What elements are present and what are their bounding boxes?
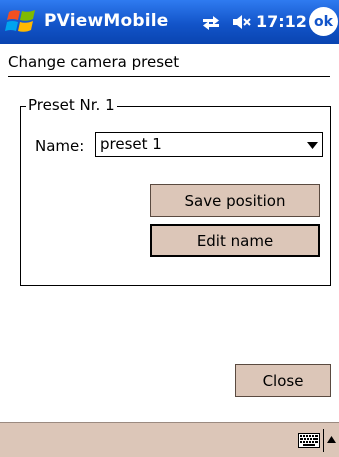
keyboard-icon[interactable] — [298, 433, 320, 448]
title-bar: PViewMobile 17:12 ok — [0, 0, 339, 44]
sip-divider — [323, 429, 324, 452]
sip-arrow-up-icon[interactable] — [327, 436, 336, 443]
windows-start-icon[interactable] — [5, 6, 39, 38]
volume-muted-icon[interactable] — [232, 13, 252, 31]
title-divider — [8, 76, 330, 77]
menu-bar — [0, 422, 339, 457]
close-button[interactable]: Close — [235, 364, 331, 397]
name-dropdown-value: preset 1 — [100, 135, 162, 153]
page-title: Change camera preset — [8, 53, 180, 71]
signal-icon[interactable] — [200, 12, 222, 32]
app-title: PViewMobile — [44, 11, 169, 31]
name-label: Name: — [35, 137, 85, 155]
chevron-down-icon[interactable] — [307, 142, 318, 149]
ok-button[interactable]: ok — [309, 7, 338, 36]
name-dropdown[interactable]: preset 1 — [95, 132, 323, 157]
save-position-button[interactable]: Save position — [150, 184, 320, 217]
groupbox-label: Preset Nr. 1 — [26, 96, 117, 114]
edit-name-button[interactable]: Edit name — [150, 224, 320, 257]
clock[interactable]: 17:12 — [256, 12, 307, 31]
